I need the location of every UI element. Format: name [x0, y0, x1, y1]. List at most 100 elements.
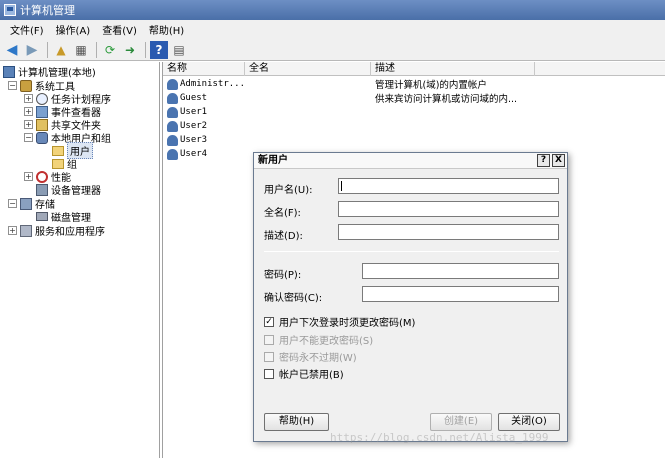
- users-group-icon: [36, 131, 48, 144]
- menu-help[interactable]: 帮助(H): [143, 22, 190, 37]
- collapse-icon[interactable]: −: [24, 133, 33, 142]
- checkbox-account-disabled[interactable]: 帐户已禁用(B): [264, 366, 344, 381]
- collapse-icon[interactable]: −: [8, 199, 17, 208]
- separator: [264, 251, 559, 252]
- tree-root-label: 计算机管理(本地): [18, 68, 96, 79]
- table-row[interactable]: User2: [163, 119, 665, 133]
- toolbar-separator: [47, 41, 48, 58]
- user-icon: [167, 78, 178, 90]
- watermark: https://blog.csdn.net/Alista_1999: [330, 431, 549, 444]
- event-viewer-icon: [36, 105, 48, 118]
- computer-management-icon: [4, 4, 16, 16]
- checkbox-label: 用户不能更改密码(S): [279, 336, 374, 347]
- help-button[interactable]: 帮助(H): [264, 413, 329, 431]
- tree-label: 服务和应用程序: [35, 227, 105, 238]
- checkbox-label: 用户下次登录时须更改密码(M): [279, 318, 416, 329]
- storage-icon: [20, 197, 32, 210]
- user-description: 管理计算机(域)的内置帐户: [375, 80, 487, 91]
- folder-icon: [52, 158, 64, 169]
- new-user-dialog: 新用户 ? X 用户名(U): 全名(F): 描述(D): 密码(P): 确认密…: [253, 152, 568, 442]
- shared-folder-icon: [36, 118, 48, 131]
- services-icon: [20, 224, 32, 237]
- checkbox-icon: [264, 334, 274, 345]
- tree-root[interactable]: 计算机管理(本地): [3, 65, 96, 79]
- window-title: 计算机管理: [20, 4, 75, 17]
- checkbox-checked-icon[interactable]: ✓: [264, 316, 274, 327]
- username-input[interactable]: [338, 178, 559, 194]
- checkbox-icon[interactable]: [264, 368, 274, 379]
- user-name: Administr...: [180, 79, 246, 89]
- show-hide-tree-icon[interactable]: ▦: [72, 41, 90, 59]
- menu-view[interactable]: 查看(V): [96, 22, 143, 37]
- list-header: 名称 全名 描述: [163, 62, 665, 76]
- back-arrow-icon[interactable]: ◀: [3, 41, 21, 59]
- tree-item-disk-management[interactable]: 磁盘管理: [36, 210, 91, 224]
- user-icon: [167, 134, 178, 146]
- export-list-icon[interactable]: ➜: [121, 41, 139, 59]
- checkbox-must-change-password[interactable]: ✓ 用户下次登录时须更改密码(M): [264, 314, 415, 329]
- toolbar-separator: [96, 41, 97, 58]
- expand-icon[interactable]: +: [8, 226, 17, 235]
- user-icon: [167, 148, 178, 160]
- expand-icon[interactable]: +: [24, 172, 33, 181]
- password-input[interactable]: [362, 263, 559, 279]
- device-manager-icon: [36, 183, 48, 196]
- properties-icon[interactable]: ▤: [170, 41, 188, 59]
- checkbox-never-expires: 密码永不过期(W): [264, 349, 357, 364]
- dialog-help-button[interactable]: ?: [537, 154, 550, 167]
- expand-icon[interactable]: +: [24, 107, 33, 116]
- table-row[interactable]: User1: [163, 105, 665, 119]
- refresh-icon[interactable]: ⟳: [101, 41, 119, 59]
- toolbar-separator: [145, 41, 146, 58]
- confirm-password-input[interactable]: [362, 286, 559, 302]
- dialog-title: 新用户: [258, 155, 288, 166]
- computer-icon: [3, 65, 15, 78]
- tree-label: 磁盘管理: [51, 213, 91, 224]
- close-button[interactable]: 关闭(O): [498, 413, 560, 431]
- tree-item-storage[interactable]: − 存储: [8, 197, 55, 211]
- description-input[interactable]: [338, 224, 559, 240]
- folder-icon: [52, 145, 64, 156]
- column-fullname[interactable]: 全名: [245, 62, 371, 76]
- up-folder-icon[interactable]: ▲: [52, 41, 70, 59]
- dialog-title-bar: 新用户 ? X: [254, 153, 567, 169]
- disk-icon: [36, 212, 48, 221]
- fullname-input[interactable]: [338, 201, 559, 217]
- menu-file[interactable]: 文件(F): [4, 22, 50, 37]
- tools-icon: [20, 79, 32, 92]
- checkbox-label: 帐户已禁用(B): [279, 370, 344, 381]
- table-row[interactable]: Administr... 管理计算机(域)的内置帐户: [163, 77, 665, 91]
- menu-bar: 文件(F) 操作(A) 查看(V) 帮助(H): [0, 20, 665, 39]
- expand-icon[interactable]: +: [24, 94, 33, 103]
- user-description: 供来宾访问计算机或访问域的内...: [375, 94, 518, 105]
- checkbox-cannot-change-password: 用户不能更改密码(S): [264, 332, 373, 347]
- performance-icon: [36, 170, 48, 183]
- navigation-tree: 计算机管理(本地) − 系统工具 + 任务计划程序 + 事件查看器 + 共享文件…: [0, 62, 160, 458]
- user-name: User3: [180, 135, 208, 145]
- table-row[interactable]: Guest 供来宾访问计算机或访问域的内...: [163, 91, 665, 105]
- help-icon[interactable]: ?: [150, 40, 168, 59]
- column-description[interactable]: 描述: [371, 62, 535, 76]
- column-name[interactable]: 名称: [163, 62, 245, 76]
- password-label: 密码(P):: [264, 270, 302, 281]
- user-name: User1: [180, 107, 208, 117]
- table-row[interactable]: User3: [163, 133, 665, 147]
- expand-icon[interactable]: +: [24, 120, 33, 129]
- user-icon: [167, 106, 178, 118]
- user-icon: [167, 92, 178, 104]
- description-label: 描述(D):: [264, 231, 303, 242]
- fullname-label: 全名(F):: [264, 208, 301, 219]
- collapse-icon[interactable]: −: [8, 81, 17, 90]
- forward-arrow-icon[interactable]: ▶: [23, 41, 41, 59]
- text-caret: [341, 181, 342, 191]
- title-bar: 计算机管理: [0, 0, 665, 20]
- tree-item-services-apps[interactable]: + 服务和应用程序: [8, 224, 105, 238]
- username-label: 用户名(U):: [264, 185, 313, 196]
- user-name: User2: [180, 121, 208, 131]
- tree-label: 设备管理器: [51, 186, 101, 197]
- menu-action[interactable]: 操作(A): [50, 22, 97, 37]
- checkbox-icon: [264, 351, 274, 362]
- tree-item-device-manager[interactable]: 设备管理器: [36, 183, 101, 197]
- clock-icon: [36, 92, 48, 105]
- dialog-close-button[interactable]: X: [552, 154, 565, 167]
